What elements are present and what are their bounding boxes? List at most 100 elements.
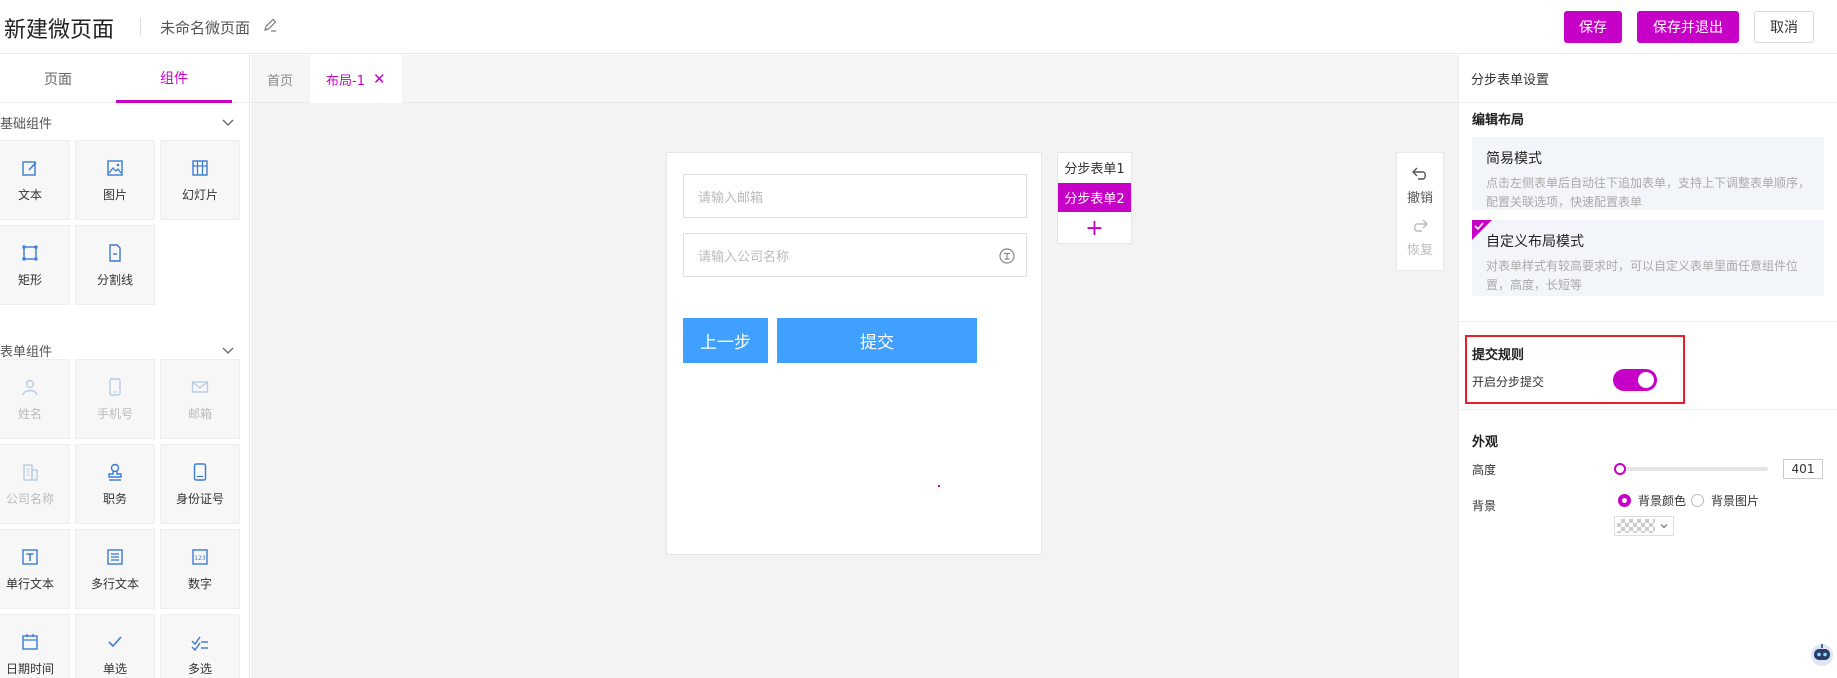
component-image[interactable]: 图片 xyxy=(75,140,155,220)
slideshow-icon xyxy=(192,159,208,176)
undo-button[interactable]: 撤销 xyxy=(1397,165,1443,206)
chevron-down-icon xyxy=(1660,524,1668,529)
chevron-down-icon[interactable] xyxy=(220,342,236,358)
cursor-dot xyxy=(938,485,940,487)
component-label: 幻灯片 xyxy=(181,187,218,202)
tab-home[interactable]: 首页 xyxy=(267,55,293,103)
company-placeholder: 请输入公司名称 xyxy=(698,249,790,265)
close-icon[interactable]: ✕ xyxy=(373,70,386,88)
stamp-icon xyxy=(108,463,122,481)
page-name-label[interactable]: 未命名微页面 xyxy=(160,17,250,38)
tab-components[interactable]: 组件 xyxy=(116,55,232,103)
mail-icon xyxy=(191,380,209,393)
assistant-bot-icon[interactable] xyxy=(1808,640,1836,668)
component-label: 单选 xyxy=(102,661,127,676)
component-name: 姓名 xyxy=(0,359,70,439)
component-phone: 手机号 xyxy=(75,359,155,439)
page-preview: 请输入邮箱 请输入公司名称 上一步 提交 xyxy=(666,152,1042,555)
component-label: 日期时间 xyxy=(5,661,54,676)
step-item-1[interactable]: 分步表单1 xyxy=(1058,153,1131,182)
component-text[interactable]: 文本 xyxy=(0,140,70,220)
component-multi-line[interactable]: 多行文本 xyxy=(75,529,155,609)
rename-edit-icon[interactable] xyxy=(262,17,278,33)
bg-color-picker[interactable] xyxy=(1614,516,1674,536)
component-position[interactable]: 职务 xyxy=(75,444,155,524)
multiline-text-icon xyxy=(107,548,123,565)
background-label: 背景 xyxy=(1472,499,1497,513)
component-label: 职务 xyxy=(102,491,127,506)
component-single-line[interactable]: 单行文本 xyxy=(0,529,70,609)
history-controls: 撤销 恢复 xyxy=(1396,152,1444,271)
save-exit-button[interactable]: 保存并退出 xyxy=(1637,11,1739,43)
redo-label: 恢复 xyxy=(1406,243,1433,258)
basic-group-title[interactable]: 基础组件 xyxy=(0,113,52,132)
component-company: 公司名称 xyxy=(0,444,70,524)
email-placeholder: 请输入邮箱 xyxy=(698,190,764,206)
component-label: 手机号 xyxy=(96,406,133,421)
page-title: 新建微页面 xyxy=(4,18,115,43)
layout-section-title: 编辑布局 xyxy=(1472,113,1525,128)
component-label: 文本 xyxy=(17,187,42,202)
bg-color-radio[interactable] xyxy=(1618,494,1631,507)
save-button[interactable]: 保存 xyxy=(1564,11,1622,43)
settings-title: 分步表单设置 xyxy=(1459,55,1837,103)
step-submit-toggle[interactable] xyxy=(1613,369,1657,391)
form-group-title[interactable]: 表单组件 xyxy=(0,341,52,360)
component-label: 公司名称 xyxy=(5,491,54,506)
component-divider[interactable]: 分割线 xyxy=(75,225,155,305)
person-icon xyxy=(22,379,38,395)
step-item-2[interactable]: 分步表单2 xyxy=(1058,183,1131,212)
component-label: 邮箱 xyxy=(187,406,212,421)
company-field[interactable]: 请输入公司名称 xyxy=(683,233,1027,277)
email-field[interactable]: 请输入邮箱 xyxy=(683,174,1027,218)
settings-panel: 分步表单设置 编辑布局 简易模式 点击左侧表单后自动往下追加表单，支持上下调整表… xyxy=(1458,55,1837,678)
building-icon xyxy=(23,463,38,481)
divider-doc-icon xyxy=(109,243,121,262)
component-number[interactable]: 123 数字 xyxy=(160,529,240,609)
component-id-card[interactable]: 身份证号 xyxy=(160,444,240,524)
rectangle-icon xyxy=(22,245,38,260)
clear-icon[interactable] xyxy=(998,247,1016,265)
component-label: 多行文本 xyxy=(90,576,139,591)
custom-mode-card[interactable]: 自定义布局模式 对表单样式有较高要求时，可以自定义表单里面任意组件位置，高度，长… xyxy=(1472,220,1824,296)
add-step-button[interactable]: + xyxy=(1058,213,1131,243)
tab-page[interactable]: 页面 xyxy=(0,55,116,103)
prev-step-button[interactable]: 上一步 xyxy=(683,318,768,363)
component-email: 邮箱 xyxy=(160,359,240,439)
component-slideshow[interactable]: 幻灯片 xyxy=(160,140,240,220)
cancel-button[interactable]: 取消 xyxy=(1754,11,1814,43)
custom-mode-desc: 对表单样式有较高要求时，可以自定义表单里面任意组件位置，高度，长短等 xyxy=(1486,259,1799,292)
step-submit-label: 开启分步提交 xyxy=(1472,375,1545,389)
redo-button[interactable]: 恢复 xyxy=(1397,217,1443,258)
redo-icon xyxy=(1414,219,1428,232)
tab-layout-1[interactable]: 布局-1 ✕ xyxy=(310,55,402,103)
multi-check-icon xyxy=(191,636,208,651)
submit-section-title: 提交规则 xyxy=(1472,348,1525,363)
height-input[interactable]: 401 xyxy=(1783,459,1823,479)
color-swatch xyxy=(1617,519,1655,533)
document-tabs: 首页 布局-1 ✕ xyxy=(251,55,1458,103)
height-slider-track[interactable] xyxy=(1618,467,1768,471)
check-icon xyxy=(1474,222,1484,231)
svg-text:123: 123 xyxy=(194,555,206,562)
simple-mode-title: 简易模式 xyxy=(1486,151,1542,167)
appearance-section-title: 外观 xyxy=(1472,435,1499,450)
check-icon xyxy=(108,635,122,647)
section-divider xyxy=(1459,321,1837,322)
id-card-icon xyxy=(193,462,207,481)
bg-image-radio[interactable] xyxy=(1691,494,1704,507)
bg-color-label[interactable]: 背景颜色 xyxy=(1638,492,1686,509)
component-single-choice[interactable]: 单选 xyxy=(75,614,155,678)
component-datetime[interactable]: 日期时间 xyxy=(0,614,70,678)
bg-image-label[interactable]: 背景图片 xyxy=(1711,492,1759,509)
chevron-down-icon[interactable] xyxy=(220,114,236,130)
height-slider-handle[interactable] xyxy=(1614,463,1626,475)
phone-icon xyxy=(109,377,121,396)
edit-icon xyxy=(22,160,37,176)
submit-button[interactable]: 提交 xyxy=(777,318,977,363)
component-multi-choice[interactable]: 多选 xyxy=(160,614,240,678)
simple-mode-card[interactable]: 简易模式 点击左侧表单后自动往下追加表单，支持上下调整表单顺序，配置关联选项，快… xyxy=(1472,137,1824,210)
component-rectangle[interactable]: 矩形 xyxy=(0,225,70,305)
step-list: 分步表单1 分步表单2 + xyxy=(1057,152,1132,244)
component-label: 单行文本 xyxy=(5,576,54,591)
